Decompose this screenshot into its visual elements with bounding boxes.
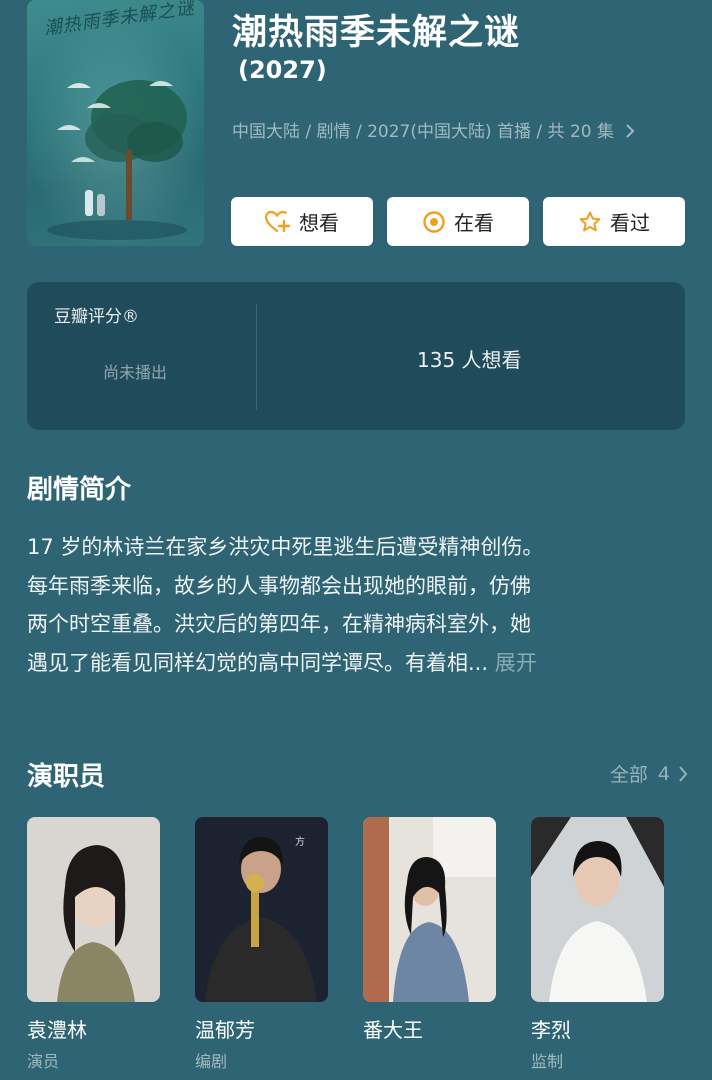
cast-card[interactable]: 李烈 监制 bbox=[531, 817, 664, 1072]
page-title: 潮热雨季未解之谜 bbox=[232, 13, 521, 53]
synopsis-line: 17 岁的林诗兰在家乡洪灾中死里逃生后遭受精神创伤。 bbox=[27, 535, 544, 559]
show-meta[interactable]: 中国大陆 / 剧情 / 2027(中国大陆) 首播 / 共 20 集 bbox=[232, 117, 635, 142]
cast-name: 番大王 bbox=[363, 1018, 423, 1042]
synopsis-line: 每年雨季来临，故乡的人事物都会出现她的眼前，仿佛 bbox=[27, 573, 531, 598]
rating-label: 豆瓣评分® bbox=[54, 307, 139, 327]
expand-link[interactable]: 展开 bbox=[495, 651, 537, 675]
rating-status: 尚未播出 bbox=[103, 363, 168, 382]
chevron-right-icon bbox=[625, 122, 635, 142]
cast-photo bbox=[531, 817, 664, 1002]
cast-card[interactable]: 番大王 bbox=[363, 817, 496, 1048]
want-count: 135 人想看 bbox=[417, 348, 522, 372]
poster[interactable]: 潮热雨季未解之谜 bbox=[27, 0, 204, 246]
watching-label: 在看 bbox=[454, 211, 494, 235]
synopsis-line: 遇见了能看见同样幻觉的高中同学谭尽。有着相... 展开 bbox=[27, 644, 687, 683]
star-outline-icon bbox=[578, 210, 602, 234]
release-year: (2027) bbox=[238, 56, 327, 84]
synopsis-heading: 剧情简介 bbox=[27, 475, 132, 505]
heart-plus-icon bbox=[265, 210, 291, 234]
cast-name: 李烈 bbox=[531, 1018, 571, 1042]
cast-name: 袁澧林 bbox=[27, 1018, 87, 1042]
cast-photo bbox=[363, 817, 496, 1002]
show-meta-text: 中国大陆 / 剧情 / 2027(中国大陆) 首播 / 共 20 集 bbox=[232, 122, 614, 142]
want-to-watch-label: 想看 bbox=[299, 211, 339, 235]
chevron-right-icon bbox=[678, 765, 688, 783]
rating-panel[interactable]: 豆瓣评分® 尚未播出 135 人想看 bbox=[27, 282, 685, 430]
cast-heading: 演职员 bbox=[27, 762, 106, 792]
cast-role: 监制 bbox=[531, 1052, 564, 1071]
cast-photo bbox=[27, 817, 160, 1002]
cast-card[interactable]: 袁澧林 演员 bbox=[27, 817, 160, 1072]
watched-button[interactable]: 看过 bbox=[543, 197, 685, 246]
rating-divider bbox=[256, 304, 257, 410]
svg-text:方: 方 bbox=[295, 835, 305, 848]
watched-label: 看过 bbox=[610, 211, 650, 235]
target-icon bbox=[422, 210, 446, 234]
cast-role: 演员 bbox=[27, 1052, 60, 1071]
watching-button[interactable]: 在看 bbox=[387, 197, 529, 246]
synopsis-text: 17 岁的林诗兰在家乡洪灾中死里逃生后遭受精神创伤。 每年雨季来临，故乡的人事物… bbox=[27, 528, 687, 682]
cast-photo: 方 bbox=[195, 817, 328, 1002]
synopsis-line-text: 遇见了能看见同样幻觉的高中同学谭尽。有着相... bbox=[27, 650, 489, 675]
synopsis-line: 两个时空重叠。洪灾后的第四年，在精神病科室外，她 bbox=[27, 612, 531, 636]
cast-all-label: 全部 bbox=[609, 764, 648, 786]
cast-name: 温郁芳 bbox=[195, 1018, 255, 1042]
cast-all-link[interactable]: 全部 4 bbox=[610, 760, 688, 787]
cast-role: 编剧 bbox=[195, 1052, 228, 1071]
cast-card[interactable]: 方 温郁芳 编剧 bbox=[195, 817, 328, 1072]
want-to-watch-button[interactable]: 想看 bbox=[231, 197, 373, 246]
cast-all-count: 4 bbox=[657, 762, 670, 785]
